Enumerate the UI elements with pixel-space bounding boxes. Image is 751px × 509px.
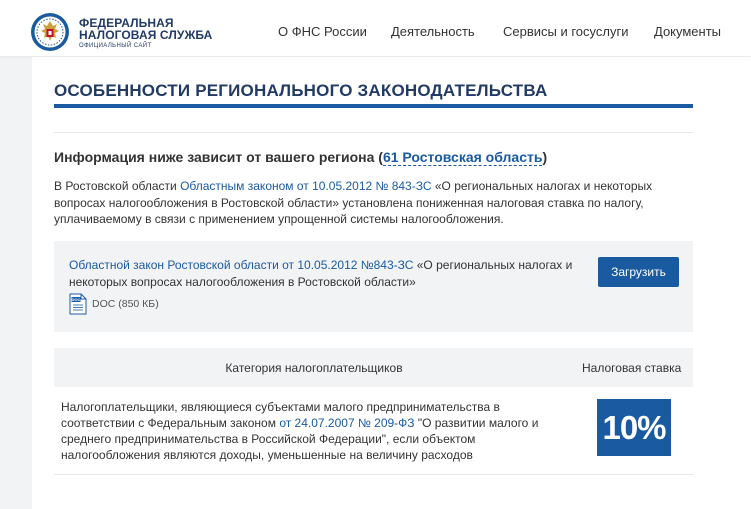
nav-documents[interactable]: Документы <box>654 24 721 40</box>
site-header: ФЕДЕРАЛЬНАЯ НАЛОГОВАЯ СЛУЖБА ОФИЦИАЛЬНЫЙ… <box>0 0 751 56</box>
intro-paragraph: В Ростовской области Областным законом о… <box>54 178 694 228</box>
nav-services[interactable]: Сервисы и госуслуги <box>503 24 628 40</box>
title-underline <box>54 104 693 108</box>
rates-table-header: Категория налогоплательщиков Налоговая с… <box>54 348 693 387</box>
regional-law-link[interactable]: Областным законом от 10.05.2012 № 843-ЗС <box>180 179 431 193</box>
logo-subtitle: ОФИЦИАЛЬНЫЙ САЙТ <box>79 43 152 49</box>
logo-title-line2: НАЛОГОВАЯ СЛУЖБА <box>79 28 213 42</box>
taxpayer-category-text: Налогоплательщики, являющиеся субъектами… <box>61 399 561 463</box>
doc-icon-label: DOC <box>72 297 81 302</box>
tax-rate-badge: 10% <box>597 399 671 456</box>
region-select-link[interactable]: 61 Ростовская область <box>382 149 543 166</box>
section-divider <box>54 132 693 133</box>
region-heading-close: ) <box>542 149 548 165</box>
table-row: Налогоплательщики, являющиеся субъектами… <box>54 387 693 475</box>
main-content: ОСОБЕННОСТИ РЕГИОНАЛЬНОГО ЗАКОНОДАТЕЛЬСТ… <box>32 57 751 509</box>
document-file-size: DOC (850 КБ) <box>92 298 159 310</box>
download-button[interactable]: Загрузить <box>598 257 679 287</box>
nav-activity[interactable]: Деятельность <box>391 24 475 40</box>
nav-about-fns[interactable]: О ФНС России <box>278 24 367 40</box>
region-heading: Информация ниже зависит от вашего регион… <box>54 148 547 166</box>
column-header-category: Категория налогоплательщиков <box>225 361 403 375</box>
site-logo-text[interactable]: ФЕДЕРАЛЬНАЯ НАЛОГОВАЯ СЛУЖБА ОФИЦИАЛЬНЫЙ… <box>79 17 212 51</box>
document-card: Областной закон Ростовской области от 10… <box>54 241 693 332</box>
doc-file-icon[interactable]: DOC <box>69 293 87 315</box>
region-heading-text: Информация ниже зависит от вашего регион… <box>54 149 383 165</box>
federal-law-link[interactable]: от 24.07.2007 № 209-ФЗ <box>279 416 414 430</box>
intro-text-start: В Ростовской области <box>54 179 181 193</box>
fns-emblem-icon[interactable] <box>30 12 70 52</box>
document-title-link[interactable]: Областной закон Ростовской области от 10… <box>69 258 413 272</box>
document-description: Областной закон Ростовской области от 10… <box>69 257 589 290</box>
page-title: ОСОБЕННОСТИ РЕГИОНАЛЬНОГО ЗАКОНОДАТЕЛЬСТ… <box>54 81 548 100</box>
column-header-rate: Налоговая ставка <box>582 361 682 375</box>
